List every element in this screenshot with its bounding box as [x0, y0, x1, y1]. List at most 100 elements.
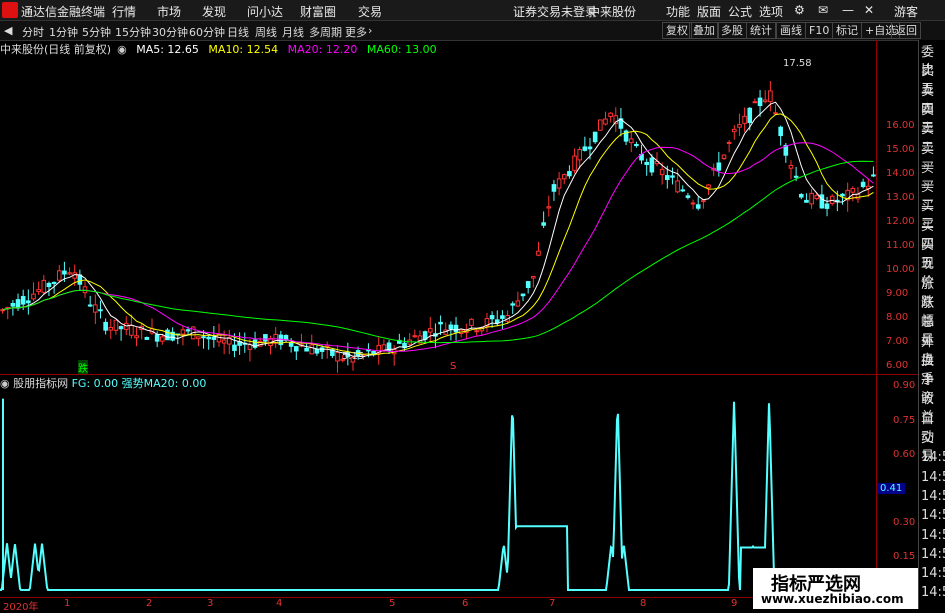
candle-body: [113, 319, 119, 331]
side-panel-label: 14:56: [921, 566, 945, 582]
menu-ask[interactable]: 问小达: [247, 3, 283, 20]
menu-options[interactable]: 选项: [759, 3, 783, 20]
indicator-chart[interactable]: [0, 375, 876, 597]
candle-body: [634, 143, 639, 147]
indicator-axis: 0.90 0.75 0.60 0.41 0.30 0.15: [876, 375, 918, 597]
candle-body: [592, 131, 598, 143]
candle-body: [814, 194, 820, 200]
time-tick: 5: [389, 598, 396, 609]
side-panel-label: 14:56: [921, 508, 945, 524]
adjust-button[interactable]: 复权: [662, 22, 692, 39]
fg-signal-line: [0, 401, 876, 591]
candle-body: [850, 187, 856, 193]
tab-30min[interactable]: 30分钟: [152, 24, 188, 40]
more-chevron-icon[interactable]: ›: [368, 24, 372, 37]
back-button[interactable]: 返回: [891, 22, 921, 39]
menu-layout[interactable]: 版面: [697, 3, 721, 20]
candle-body: [98, 309, 103, 312]
side-panel-label: 14:56: [921, 585, 945, 601]
menu-function[interactable]: 功能: [666, 3, 690, 20]
price-tick: 8.00: [886, 312, 909, 323]
mark-button[interactable]: 标记: [832, 22, 862, 39]
candle-body: [556, 178, 562, 189]
indicator-current-value: 0.41: [877, 483, 906, 494]
candle-body: [309, 344, 315, 355]
candle-body: [855, 193, 861, 200]
candle-body: [649, 157, 655, 173]
side-panel-label: 14:56: [921, 488, 945, 504]
settings-icon[interactable]: ⚙: [794, 3, 805, 17]
menu-discover[interactable]: 发现: [202, 3, 226, 20]
candle-body: [304, 347, 309, 352]
stats-button[interactable]: 统计: [746, 22, 776, 39]
candle-body: [335, 351, 340, 362]
candle-body: [494, 319, 500, 324]
tab-collapse-icon[interactable]: ◀: [4, 24, 12, 37]
price-tick: 14.00: [886, 168, 915, 179]
candle-body: [36, 289, 41, 293]
candle-body: [515, 300, 521, 307]
ma20-line: [2, 142, 874, 353]
multi-stock-button[interactable]: 多股: [717, 22, 747, 39]
tab-more[interactable]: 更多: [345, 24, 367, 40]
menu-trade[interactable]: 交易: [358, 3, 382, 20]
draw-line-button[interactable]: 画线: [776, 22, 806, 39]
ma60-line: [2, 160, 874, 344]
close-icon[interactable]: ✕: [864, 3, 874, 17]
menu-formula[interactable]: 公式: [728, 3, 752, 20]
candle-body: [587, 146, 593, 150]
candle-body: [448, 324, 454, 330]
candle-body: [263, 334, 268, 342]
time-tick: 2020年: [3, 602, 39, 613]
candle-body: [87, 304, 93, 307]
tab-daily[interactable]: 日线: [227, 24, 249, 40]
candle-body: [665, 175, 670, 180]
candle-body: [572, 155, 577, 171]
overlay-button[interactable]: 叠加: [689, 22, 719, 39]
candle-body: [680, 189, 686, 192]
menu-market[interactable]: 市场: [157, 3, 181, 20]
price-tick: 12.00: [886, 216, 915, 227]
candle-body: [500, 315, 505, 319]
candle-body: [46, 282, 52, 288]
candle-body: [520, 293, 526, 297]
login-warning[interactable]: 证券交易未登录: [513, 3, 597, 20]
candle-body: [644, 161, 649, 165]
candlestick-chart[interactable]: [0, 57, 876, 374]
candle-body: [824, 203, 830, 209]
mail-icon[interactable]: ✉: [818, 3, 828, 17]
fall-marker: 跌: [78, 360, 88, 375]
guest-user[interactable]: 游客: [894, 3, 918, 20]
candle-body: [675, 180, 680, 193]
time-tick: 1: [64, 598, 71, 609]
candle-body: [469, 318, 474, 326]
low-price-label: 5.15: [342, 351, 365, 362]
settings-toggle-icon[interactable]: ◉: [117, 43, 127, 56]
candle-body: [154, 334, 160, 342]
candle-body: [93, 304, 98, 313]
time-tick: 6: [462, 598, 469, 609]
tab-60min[interactable]: 60分钟: [189, 24, 225, 40]
candle-body: [721, 154, 727, 160]
tab-timeshare[interactable]: 分时: [22, 24, 44, 40]
tab-multi-period[interactable]: 多周期: [309, 24, 342, 40]
tab-1min[interactable]: 1分钟: [49, 24, 78, 40]
tab-weekly[interactable]: 周线: [255, 24, 277, 40]
tab-5min[interactable]: 5分钟: [82, 24, 111, 40]
menu-wealth[interactable]: 财富圈: [300, 3, 336, 20]
menu-quotes[interactable]: 行情: [112, 3, 136, 20]
f10-button[interactable]: F10: [805, 22, 834, 39]
candle-body: [577, 149, 583, 161]
candle-body: [196, 336, 201, 340]
tab-monthly[interactable]: 月线: [282, 24, 304, 40]
candle-body: [860, 181, 866, 188]
candle-body: [541, 222, 546, 226]
candle-body: [551, 184, 557, 192]
candle-body: [144, 337, 150, 340]
tab-15min[interactable]: 15分钟: [115, 24, 151, 40]
candle-body: [716, 162, 722, 171]
minimize-icon[interactable]: —: [842, 3, 854, 17]
candle-body: [695, 204, 701, 209]
candle-body: [793, 175, 799, 178]
candle-body: [180, 329, 186, 335]
